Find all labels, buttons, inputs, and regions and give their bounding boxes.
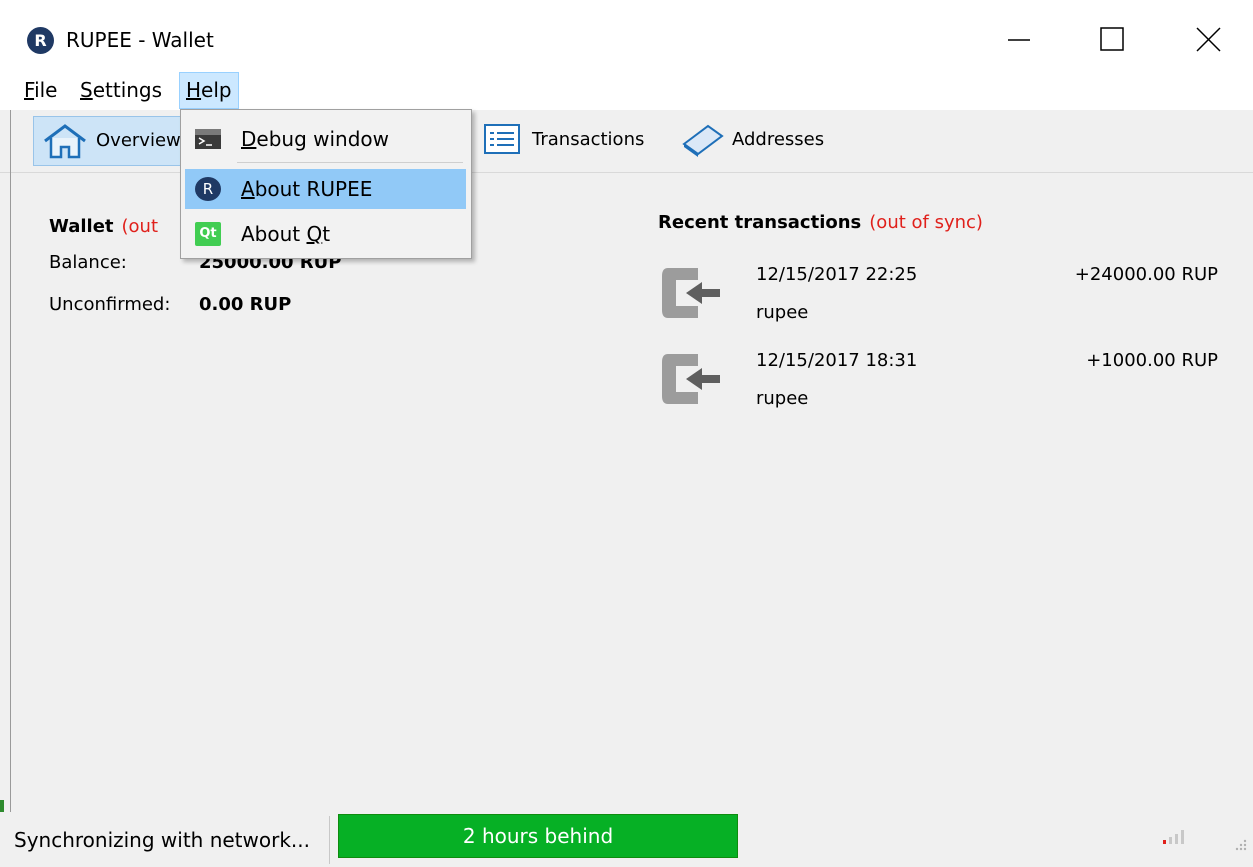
menu-separator	[237, 162, 463, 163]
tab-transactions[interactable]: Transactions	[484, 116, 664, 164]
unconfirmed-value: 0.00 RUP	[199, 294, 292, 315]
sync-status-text: Synchronizing with network...	[14, 828, 310, 852]
transaction-row[interactable]: 12/15/2017 22:25 +24000.00 RUP rupee	[658, 258, 1228, 344]
rupee-app-icon: R	[27, 27, 54, 54]
menu-item-about-rupee-label: About RUPEE	[241, 177, 373, 201]
recent-sync-status: (out of sync)	[869, 212, 983, 233]
sync-progress-bar: 2 hours behind	[338, 814, 738, 858]
balance-label: Balance:	[49, 252, 127, 273]
minimize-icon	[1008, 39, 1030, 41]
sync-progress-text: 2 hours behind	[462, 824, 614, 848]
maximize-button[interactable]	[1080, 20, 1140, 60]
network-signal-icon[interactable]	[1163, 830, 1187, 844]
transaction-label: rupee	[756, 388, 809, 409]
unconfirmed-label: Unconfirmed:	[49, 294, 171, 315]
maximize-icon	[1100, 27, 1124, 51]
rupee-logo-icon: R	[195, 177, 221, 201]
address-book-icon	[682, 124, 724, 157]
menu-bar: File Settings Help	[0, 72, 1253, 110]
frame-line	[10, 110, 11, 830]
status-bar: Synchronizing with network... 2 hours be…	[0, 812, 1253, 867]
help-menu-dropdown: Debug window R About RUPEE Qt About Qt	[180, 109, 472, 259]
transaction-date: 12/15/2017 22:25	[756, 264, 918, 285]
menu-help[interactable]: Help	[179, 72, 239, 109]
menu-item-debug-label: Debug window	[241, 127, 390, 151]
wallet-window: R RUPEE - Wallet File Settings Help Over…	[0, 0, 1253, 867]
wallet-sync-status: (out	[121, 216, 159, 237]
menu-item-debug-window[interactable]: Debug window	[185, 119, 466, 159]
transaction-label: rupee	[756, 302, 809, 323]
terminal-icon	[195, 129, 221, 149]
menu-item-about-rupee[interactable]: R About RUPEE	[185, 169, 466, 209]
qt-logo-icon: Qt	[195, 222, 221, 246]
tab-addresses-label: Addresses	[732, 129, 825, 150]
minimize-button[interactable]	[988, 20, 1048, 60]
window-title: RUPEE - Wallet	[66, 28, 214, 52]
tab-overview-label: Overview	[96, 130, 181, 151]
transaction-date: 12/15/2017 18:31	[756, 350, 918, 371]
menu-file[interactable]: File	[18, 72, 63, 108]
resize-grip-icon[interactable]	[1232, 836, 1248, 852]
tab-addresses[interactable]: Addresses	[682, 116, 842, 164]
tab-transactions-label: Transactions	[532, 129, 645, 150]
wallet-heading: Wallet (out	[49, 216, 159, 237]
menu-item-about-qt[interactable]: Qt About Qt	[185, 214, 466, 254]
transaction-row[interactable]: 12/15/2017 18:31 +1000.00 RUP rupee	[658, 344, 1228, 430]
home-icon	[44, 124, 86, 159]
close-button[interactable]	[1178, 20, 1238, 60]
incoming-transaction-icon	[662, 354, 720, 404]
list-icon	[484, 124, 520, 154]
transaction-amount: +1000.00 RUP	[1086, 350, 1218, 371]
recent-transactions-heading: Recent transactions (out of sync)	[658, 212, 983, 233]
menu-item-about-qt-label: About Qt	[241, 222, 331, 246]
status-separator	[329, 816, 330, 864]
menu-settings[interactable]: Settings	[74, 72, 168, 108]
transaction-amount: +24000.00 RUP	[1074, 264, 1218, 285]
close-icon	[1196, 27, 1221, 52]
tab-overview[interactable]: Overview	[33, 116, 185, 166]
incoming-transaction-icon	[662, 268, 720, 318]
title-bar: R RUPEE - Wallet	[0, 0, 1253, 72]
